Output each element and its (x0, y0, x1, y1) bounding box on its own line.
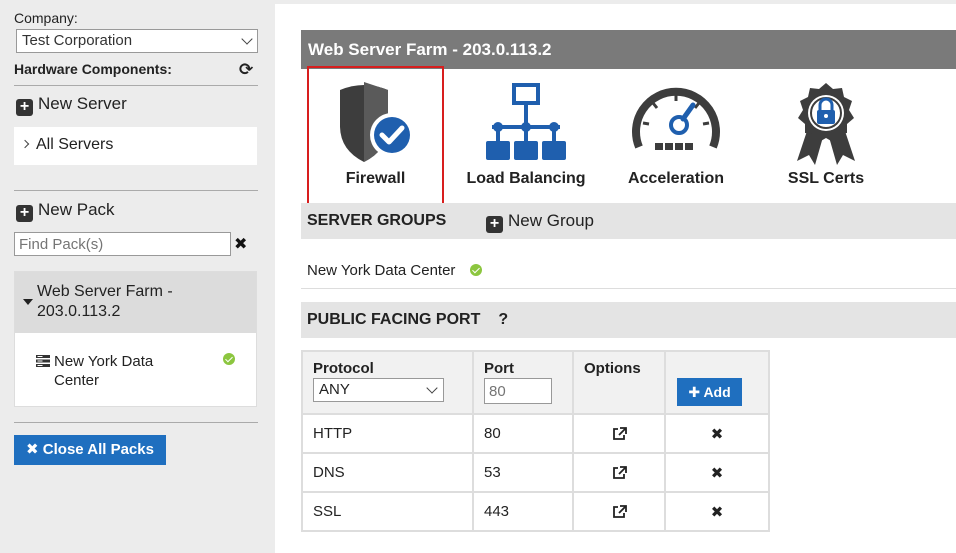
chevron-down-icon (426, 382, 438, 394)
all-servers-item[interactable]: All Servers (14, 127, 257, 165)
protocol-cell: SSL (301, 491, 474, 532)
new-group-button[interactable]: + New Group (486, 203, 594, 239)
port-header-label: Port (484, 360, 514, 377)
external-link-icon[interactable] (612, 504, 627, 519)
status-ok-icon (469, 264, 482, 276)
options-header-label: Options (584, 360, 641, 377)
shield-check-icon (339, 82, 414, 162)
refresh-icon[interactable]: ⟳ (239, 60, 253, 80)
delete-icon[interactable]: ✖ (676, 425, 758, 443)
server-groups-heading: SERVER GROUPS (307, 212, 447, 229)
protocol-header: Protocol ANY (301, 350, 474, 415)
new-pack-button[interactable]: + New Pack (16, 200, 115, 222)
protocol-select-value: ANY (319, 381, 350, 398)
plus-square-icon: + (486, 216, 503, 233)
table-header-row: Protocol ANY Port Options ✚ Add (301, 350, 770, 415)
chevron-right-icon (20, 139, 30, 149)
company-label: Company: (14, 10, 78, 26)
tile-label: Acceleration (627, 170, 725, 187)
external-link-icon[interactable] (612, 465, 627, 480)
public-port-heading: PUBLIC FACING PORT (307, 311, 481, 328)
new-pack-label: New Pack (38, 200, 115, 219)
options-header: Options (572, 350, 666, 415)
page-title: Web Server Farm - 203.0.113.2 (301, 30, 956, 69)
clear-search-icon[interactable]: ✖ (234, 234, 247, 254)
close-all-packs-button[interactable]: ✖ Close All Packs (14, 435, 166, 465)
caret-down-icon (23, 299, 33, 305)
network-tree-icon (486, 83, 566, 160)
divider (14, 85, 258, 86)
tile-label: Firewall (345, 170, 406, 187)
table-row: HTTP 80 ✖ (301, 413, 770, 454)
pack-title: Web Server Farm - 203.0.113.2 (37, 283, 173, 320)
port-header: Port (472, 350, 574, 415)
status-ok-icon (223, 353, 235, 365)
server-group-row[interactable]: New York Data Center (301, 250, 956, 289)
hardware-components-label: Hardware Components: (14, 61, 172, 77)
new-server-label: New Server (38, 94, 127, 113)
port-input[interactable] (484, 378, 552, 404)
close-icon: ✖ (26, 441, 39, 458)
table-row: DNS 53 ✖ (301, 452, 770, 493)
certificate-lock-icon (797, 83, 855, 165)
delete-cell: ✖ (664, 413, 770, 454)
protocol-select[interactable]: ANY (313, 378, 444, 402)
pack-item-label: New York Data Center (54, 353, 154, 389)
options-cell (572, 413, 666, 454)
company-select-value: Test Corporation (22, 32, 133, 49)
delete-cell: ✖ (664, 491, 770, 532)
server-groups-bar: SERVER GROUPS + New Group (301, 203, 956, 239)
options-cell (572, 452, 666, 493)
pack-item[interactable]: New York Data Center (15, 333, 256, 390)
main-panel: Web Server Farm - 203.0.113.2 Firewall L… (275, 0, 956, 553)
add-header: ✚ Add (664, 350, 770, 415)
server-group-name: New York Data Center (307, 262, 456, 279)
left-panel: Company: Test Corporation Hardware Compo… (0, 0, 275, 553)
new-group-label: New Group (508, 211, 594, 230)
plus-square-icon: + (16, 99, 33, 116)
port-cell: 80 (472, 413, 574, 454)
top-strip (275, 0, 956, 4)
new-server-button[interactable]: + New Server (16, 94, 127, 116)
all-servers-label: All Servers (36, 136, 114, 153)
tile-ssl-certs[interactable]: SSL Certs (761, 69, 891, 199)
divider (14, 422, 258, 423)
close-all-label: Close All Packs (42, 441, 154, 458)
protocol-header-label: Protocol (313, 360, 374, 377)
tile-firewall[interactable]: Firewall (307, 66, 444, 209)
company-select[interactable]: Test Corporation (16, 29, 258, 53)
options-cell (572, 491, 666, 532)
protocol-cell: DNS (301, 452, 474, 493)
public-port-bar: PUBLIC FACING PORT? (301, 302, 956, 338)
pack-header[interactable]: Web Server Farm - 203.0.113.2 (15, 272, 256, 333)
delete-icon[interactable]: ✖ (676, 503, 758, 521)
delete-cell: ✖ (664, 452, 770, 493)
delete-icon[interactable]: ✖ (676, 464, 758, 482)
tile-label: SSL Certs (787, 170, 865, 187)
divider (14, 190, 258, 191)
tile-acceleration[interactable]: Acceleration (611, 69, 741, 199)
pack-card: Web Server Farm - 203.0.113.2 New York D… (14, 271, 257, 407)
table-row: SSL 443 ✖ (301, 491, 770, 532)
find-pack-input[interactable] (14, 232, 231, 256)
plus-icon: ✚ (688, 384, 701, 400)
speedometer-icon (632, 87, 720, 150)
add-label: Add (703, 384, 731, 400)
port-cell: 53 (472, 452, 574, 493)
plus-square-icon: + (16, 205, 33, 222)
protocol-cell: HTTP (301, 413, 474, 454)
server-icon (36, 355, 50, 367)
external-link-icon[interactable] (612, 426, 627, 441)
chevron-down-icon (241, 33, 253, 45)
ports-table: Protocol ANY Port Options ✚ Add HTTP 80 (301, 350, 770, 532)
tile-label: Load Balancing (466, 170, 586, 187)
help-icon[interactable]: ? (498, 311, 508, 328)
tile-load-balancing[interactable]: Load Balancing (461, 69, 591, 199)
add-port-button[interactable]: ✚ Add (677, 378, 742, 406)
port-cell: 443 (472, 491, 574, 532)
